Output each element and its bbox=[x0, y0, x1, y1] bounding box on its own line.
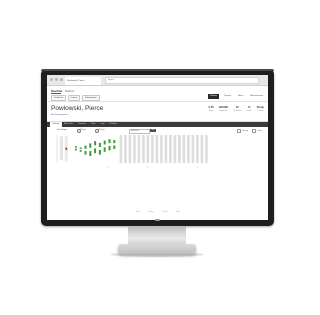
filter-label: Date Range bbox=[57, 129, 67, 131]
range-bar bbox=[60, 136, 63, 161]
monitor-bezel: Powlowski, Pierce https:// BlueStar DiaP… bbox=[41, 69, 274, 226]
footer-link[interactable]: Help bbox=[176, 212, 179, 213]
empty-slot bbox=[119, 135, 123, 163]
product-name: DiaPort bbox=[65, 89, 75, 93]
nav-patients[interactable]: Patients bbox=[207, 94, 220, 99]
lower-box bbox=[113, 145, 116, 149]
stat-value: 130/180 bbox=[218, 106, 228, 109]
empty-slot bbox=[155, 135, 159, 163]
empty-slot bbox=[146, 135, 150, 163]
nav-alerts[interactable]: Alerts bbox=[236, 94, 245, 99]
lower-box bbox=[89, 150, 92, 156]
stat-label: Insulin bbox=[246, 110, 252, 112]
patients-button[interactable]: Patients bbox=[67, 95, 81, 101]
footer: Terms Privacy Contact Help bbox=[47, 199, 268, 217]
stat-value: 16 bbox=[235, 106, 239, 109]
week-label: 2 bbox=[147, 167, 149, 169]
upper-box bbox=[89, 143, 92, 148]
empty-slot bbox=[164, 135, 168, 163]
upper-box bbox=[113, 140, 116, 144]
empty-slot bbox=[178, 135, 181, 163]
upper-box bbox=[79, 147, 82, 150]
lower-box bbox=[98, 149, 101, 155]
administration-button[interactable]: Administration bbox=[82, 95, 100, 101]
empty-slot bbox=[169, 135, 172, 163]
browser-tab[interactable]: Powlowski, Pierce bbox=[65, 77, 101, 85]
empty-slot bbox=[124, 135, 127, 163]
upper-box bbox=[74, 146, 77, 148]
nav-reports[interactable]: Reports bbox=[222, 94, 233, 99]
upper-box bbox=[103, 140, 106, 145]
lower-box bbox=[79, 150, 82, 152]
empty-slot bbox=[205, 135, 208, 163]
monitor-logo bbox=[155, 219, 160, 221]
dashboard-button[interactable]: Dashboard bbox=[51, 95, 66, 101]
stat-label: Target BG bbox=[219, 110, 228, 112]
empty-slot bbox=[191, 135, 195, 163]
monitor-stand-base bbox=[118, 244, 196, 254]
stat-label: Carb Ratio bbox=[232, 110, 242, 112]
empty-slot bbox=[187, 135, 190, 163]
empty-slot bbox=[196, 135, 199, 163]
upper-box bbox=[98, 142, 101, 147]
stat-device: Pump Device bbox=[257, 106, 264, 112]
lower-box bbox=[94, 148, 97, 154]
stat-label: Basal bbox=[208, 110, 214, 112]
patient-stats: 0.50 Basal 130/180 Target BG 16 Carb Rat… bbox=[209, 106, 264, 112]
stat-label: Device bbox=[257, 110, 264, 112]
bezel-highlight bbox=[41, 69, 274, 71]
legend-label: Average bbox=[242, 130, 249, 132]
empty-slot bbox=[200, 135, 204, 163]
upper-box bbox=[84, 145, 87, 149]
url-bar[interactable]: https:// bbox=[105, 77, 259, 84]
stat-carb-ratio: 16 Carb Ratio bbox=[233, 106, 242, 112]
empty-slot bbox=[151, 135, 154, 163]
empty-slot bbox=[142, 135, 145, 163]
stat-value: Pump bbox=[256, 106, 264, 109]
nav-administration[interactable]: Administration bbox=[248, 94, 265, 99]
patient-banner: Powlowski, Pierce Edit Demographics 0.50… bbox=[47, 102, 268, 122]
edit-demographics-link[interactable]: Edit Demographics bbox=[51, 114, 68, 116]
monitor-screen: Powlowski, Pierce https:// BlueStar DiaP… bbox=[47, 75, 268, 220]
empty-slot bbox=[160, 135, 163, 163]
monitor-stand-neck bbox=[128, 226, 186, 246]
upper-box bbox=[108, 139, 111, 144]
stat-insulin: 45 Insulin bbox=[247, 106, 252, 112]
header-buttons: Dashboard Patients Administration bbox=[51, 95, 100, 101]
chart-svg: 1 2 3 bbox=[56, 135, 208, 169]
logo-underline bbox=[51, 92, 61, 94]
range-label-7: 7 Days bbox=[80, 129, 86, 131]
footer-link[interactable]: Terms bbox=[136, 212, 140, 213]
empty-slot bbox=[137, 135, 141, 163]
footer-link[interactable]: Privacy bbox=[148, 212, 153, 213]
lower-box bbox=[74, 148, 77, 151]
stat-value: 0.50 bbox=[208, 106, 214, 109]
empty-slot bbox=[182, 135, 186, 163]
window-controls[interactable] bbox=[50, 78, 63, 81]
week-label: 1 bbox=[107, 167, 109, 169]
legend-label: Range bbox=[257, 130, 262, 132]
empty-slot bbox=[173, 135, 177, 163]
lower-box bbox=[84, 151, 87, 155]
lower-box bbox=[108, 145, 111, 151]
stat-basal: 0.50 Basal bbox=[209, 106, 214, 112]
go-button[interactable]: Go bbox=[150, 128, 156, 132]
footer-link[interactable]: Contact bbox=[162, 212, 168, 213]
highlight-mark bbox=[65, 147, 68, 150]
browser-chrome: Powlowski, Pierce https:// bbox=[47, 75, 268, 86]
empty-slot bbox=[128, 135, 132, 163]
empty-slot bbox=[133, 135, 136, 163]
glucose-chart: 1 2 3 bbox=[47, 133, 268, 173]
lower-box bbox=[103, 147, 106, 152]
upper-box bbox=[94, 141, 97, 146]
stat-value: 45 bbox=[247, 106, 251, 109]
patient-name: Powlowski, Pierce bbox=[51, 105, 104, 112]
range-label-14: 14 Days bbox=[98, 129, 105, 131]
app-header: BlueStar DiaPort Dashboard Patients Admi… bbox=[47, 86, 268, 102]
week-label: 3 bbox=[197, 167, 199, 169]
stat-target: 130/180 Target BG bbox=[219, 106, 228, 112]
main-nav: Patients Reports Alerts Administration bbox=[207, 94, 265, 99]
